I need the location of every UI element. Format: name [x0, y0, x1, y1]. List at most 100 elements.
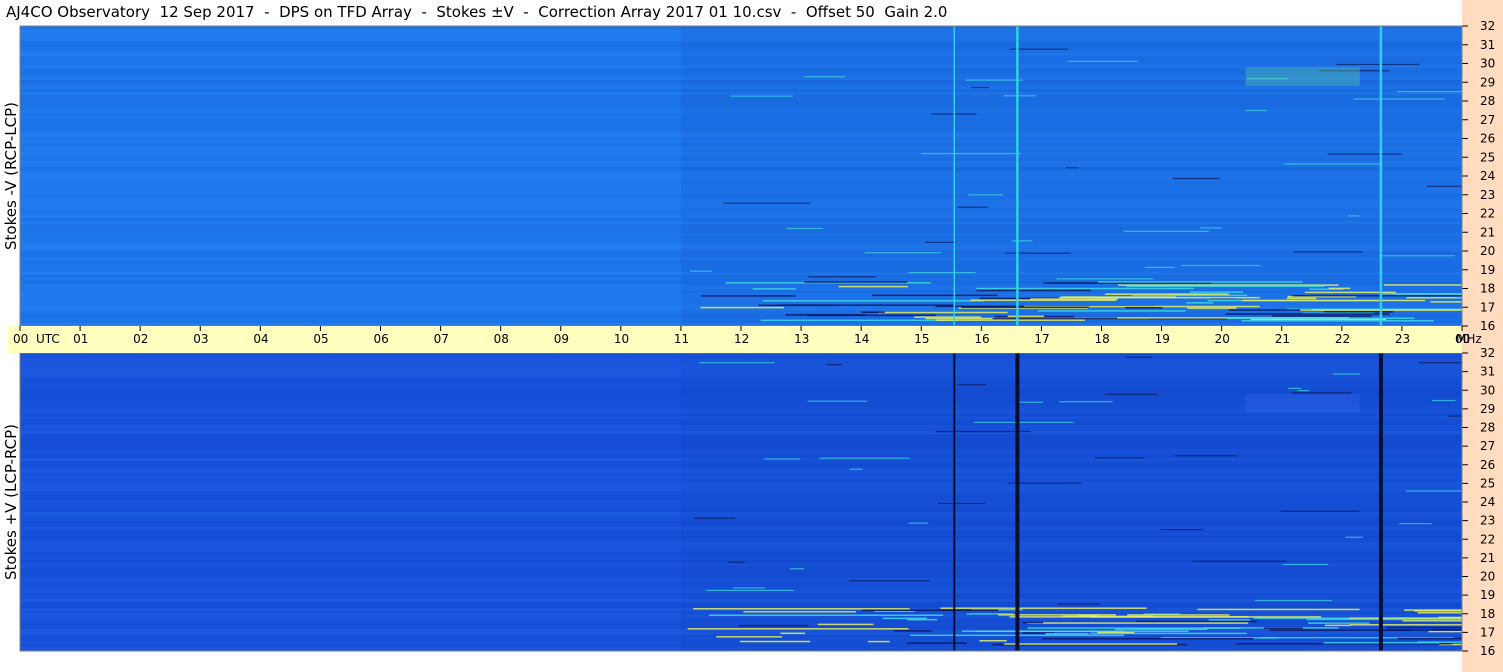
panel-0-streak	[1144, 266, 1175, 268]
panel-0-ytick-label: 31	[1480, 38, 1495, 52]
panel-1-streak	[1397, 637, 1462, 640]
panel-0-streak	[1328, 287, 1351, 290]
panel-0-streak	[1378, 255, 1456, 257]
frequency-unit-mhz: MHz	[1456, 332, 1482, 346]
panel-0-streak	[861, 311, 885, 313]
panel-1-streak	[819, 457, 910, 459]
time-axis-label: 02	[133, 332, 148, 346]
panel-1-streak	[1297, 390, 1310, 392]
panel-1-streak	[907, 618, 938, 621]
panel-1-streak	[705, 589, 794, 592]
panel-1-streak	[979, 640, 1007, 642]
panel-0-streak	[925, 241, 956, 243]
panel-0-streak	[1327, 153, 1402, 155]
time-axis-label: 14	[854, 332, 869, 346]
panel-1-streak	[1125, 356, 1152, 358]
panel-0-streak	[957, 206, 988, 208]
panel-0-streak	[1226, 317, 1415, 320]
time-axis-label: 12	[734, 332, 749, 346]
panel-0-streak	[1391, 293, 1462, 295]
panel-1-streak	[1282, 563, 1329, 566]
panel-0-streak	[1181, 264, 1261, 267]
panel-1-streak	[908, 522, 929, 524]
panel-1-streak	[1399, 523, 1432, 525]
panel-1-streak	[732, 587, 766, 589]
panel-0-streak	[864, 252, 942, 254]
time-axis-label: 11	[674, 332, 689, 346]
panel-0-streak	[1293, 251, 1363, 253]
time-axis-label: 07	[434, 332, 449, 346]
panel-1-streak	[687, 628, 909, 630]
panel-1-streak	[1057, 603, 1100, 605]
panel-0-streak	[723, 202, 811, 204]
panel-0-streak	[976, 289, 1092, 292]
panel-1-streak	[957, 384, 987, 386]
spectrogram-chart: 16 17 18 19 20 21 22 23 24 25 26 27 28 29 30 31 32 16 17 18…	[8, 0, 1503, 672]
panel-1-streak	[1292, 392, 1352, 394]
panel-0-streak	[1067, 60, 1139, 62]
panel-1-streak	[938, 502, 986, 505]
panel-1-streak	[807, 400, 868, 402]
time-axis-label: 04	[253, 332, 268, 346]
panel-0-streak	[965, 79, 1024, 81]
panel-1-ytick-label: 27	[1480, 439, 1495, 453]
time-axis-label: 18	[1095, 332, 1110, 346]
panel-0-ytick-label: 25	[1480, 150, 1495, 164]
panel-0-streak	[786, 227, 823, 230]
panel-1-ytick-label: 20	[1480, 570, 1495, 584]
panel-1-streak	[1386, 626, 1462, 629]
panel-0-streak	[785, 314, 867, 316]
panel-1-streak	[716, 636, 783, 638]
panel-1-streak	[1045, 633, 1089, 635]
panel-1-streak	[1432, 628, 1462, 631]
panel-0-emission-patch	[1245, 67, 1360, 86]
panel-0-streak	[971, 86, 989, 89]
panel-0-streak	[1066, 167, 1079, 169]
time-axis-label: 08	[494, 332, 509, 346]
panel-0-ytick-label: 16	[1480, 319, 1495, 333]
panel-1-streak	[1208, 619, 1251, 621]
panel-1-ytick-label: 16	[1480, 644, 1495, 658]
panel-1-streak	[1263, 627, 1303, 629]
panel-0-streak	[758, 304, 836, 307]
panel-0-streak	[1406, 297, 1462, 299]
panel-1-streak	[728, 561, 745, 563]
panel-0-streak	[908, 272, 976, 274]
panel-1-streak	[1191, 560, 1288, 562]
panel-1-ytick-label: 26	[1480, 458, 1495, 472]
panel-1-streak	[1019, 401, 1044, 403]
panel-1-streak	[1417, 612, 1462, 614]
panel-0-streak	[1124, 307, 1163, 309]
panel-0-streak	[803, 76, 846, 78]
panel-1-streak	[1345, 536, 1363, 538]
panel-0-streak	[1292, 294, 1462, 297]
panel-0-streak	[872, 294, 998, 297]
panel-0-streak	[1225, 313, 1390, 315]
panel-0-streak	[808, 276, 876, 278]
panel-1-streak	[1022, 621, 1044, 624]
panel-1-streak	[693, 517, 736, 519]
panel-1-ytick-label: 25	[1480, 476, 1495, 490]
panel-0-ytick-label: 23	[1480, 188, 1495, 202]
panel-0-streak	[1228, 309, 1312, 311]
panel-0-ytick-label: 22	[1480, 207, 1495, 221]
panel-1-ytick-label: 30	[1480, 383, 1495, 397]
panel-0-streak	[1200, 227, 1223, 229]
panel-0-streak	[1011, 240, 1033, 242]
panel-0-streak	[752, 288, 796, 290]
panel-1-streak	[1027, 622, 1249, 624]
panel-0-streak	[1186, 302, 1214, 304]
panel-0-streak	[1056, 278, 1154, 280]
panel-0-streak	[1007, 315, 1044, 318]
time-axis-label: 22	[1335, 332, 1350, 346]
panel-1-ytick-label: 18	[1480, 607, 1495, 621]
panel-0-ytick-label: 30	[1480, 57, 1495, 71]
panel-1-streak	[743, 611, 856, 613]
panel-1-streak	[764, 458, 801, 460]
panel-0-streak	[762, 300, 985, 302]
panel-1-streak	[1306, 618, 1462, 621]
panel-0-streak	[1323, 311, 1394, 313]
panel-1-streak	[1105, 393, 1157, 395]
panel-0-streak	[976, 287, 1194, 290]
panel-1-ytick-label: 29	[1480, 402, 1495, 416]
